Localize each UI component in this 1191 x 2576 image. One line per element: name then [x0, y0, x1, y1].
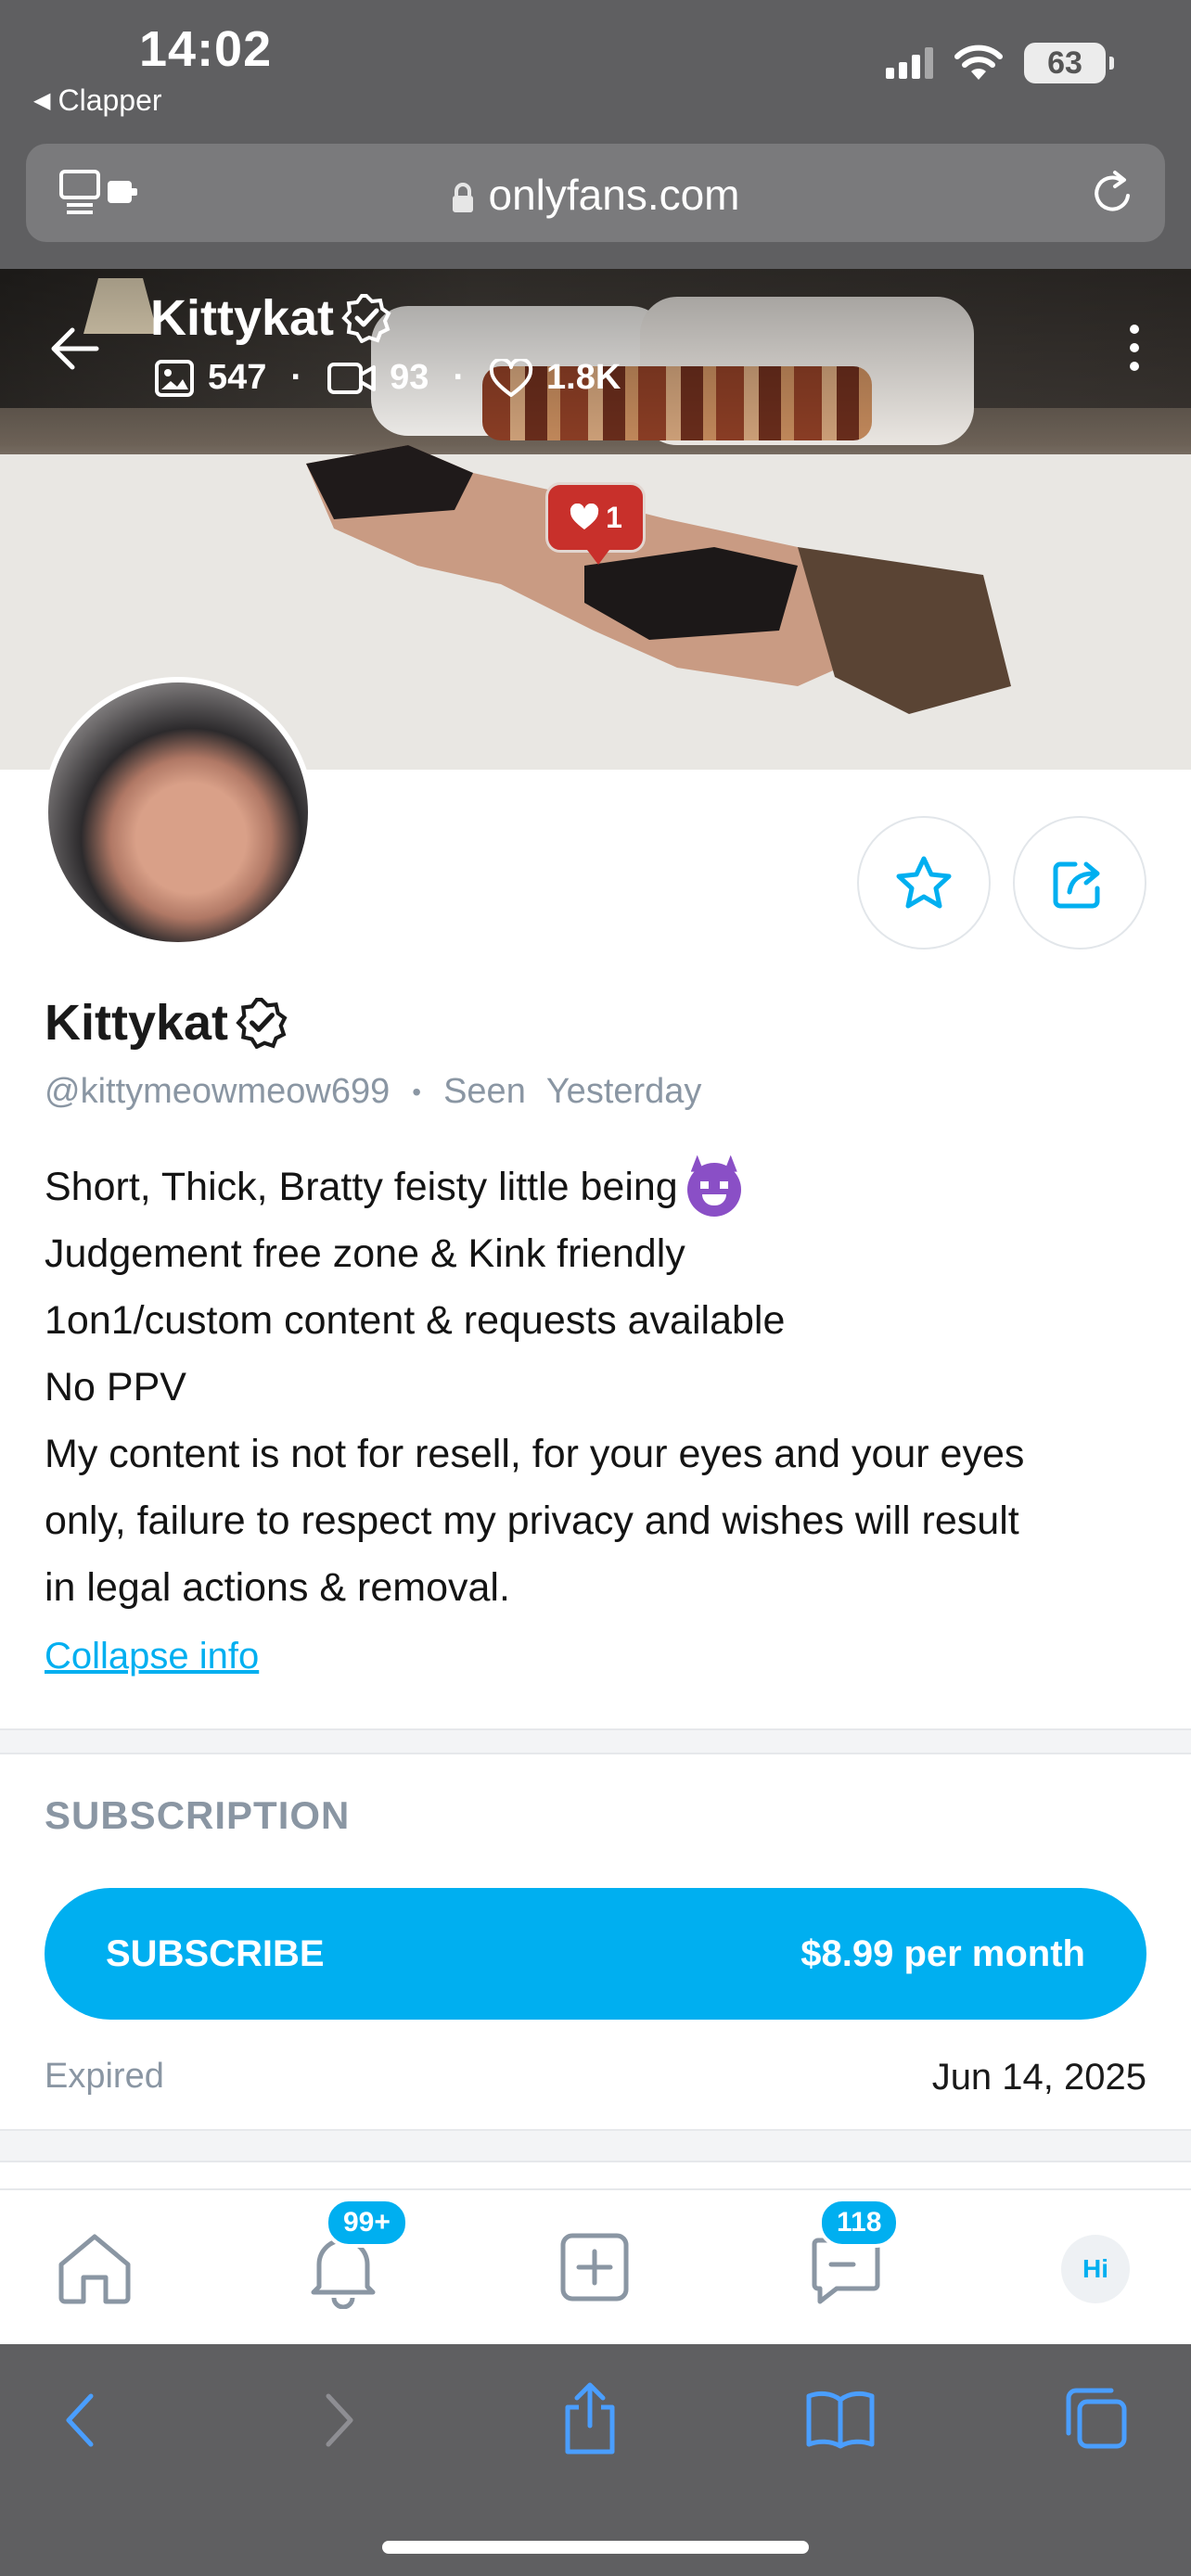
meta-separator: •: [412, 1077, 422, 1106]
photos-count: 547: [208, 358, 267, 397]
video-icon: [327, 362, 377, 394]
subscribe-button[interactable]: SUBSCRIBE $8.99 per month: [45, 1888, 1146, 2020]
forward-icon[interactable]: [321, 2391, 358, 2450]
subscription-heading: SUBSCRIPTION: [45, 1793, 351, 1837]
url-text: onlyfans.com: [488, 171, 740, 219]
share-button[interactable]: [1013, 816, 1146, 950]
favorite-button[interactable]: [857, 816, 991, 950]
battery-indicator: 63: [1024, 43, 1114, 83]
share-sheet-icon[interactable]: [560, 2379, 620, 2457]
url-bar[interactable]: onlyfans.com: [26, 144, 1165, 242]
cover-stats: 547 · 93 · 1.8K: [154, 358, 621, 398]
cover-name-text: Kittykat: [150, 290, 335, 346]
tabs-icon[interactable]: [1063, 2385, 1130, 2452]
back-to-app-link[interactable]: ◀ Clapper: [33, 83, 162, 118]
wifi-icon: [954, 45, 1003, 80]
nav-notifications[interactable]: 99+: [306, 2198, 409, 2314]
bio-line: in legal actions & removal.: [45, 1565, 510, 1610]
last-seen-value: Yesterday: [545, 1072, 702, 1111]
like-badge-count: 1: [606, 500, 622, 534]
messages-badge: 118: [818, 2198, 901, 2248]
user-avatar: Hi: [1061, 2235, 1130, 2303]
like-notification-badge: 1: [545, 482, 646, 565]
bookmarks-icon[interactable]: [805, 2387, 876, 2452]
nav-home[interactable]: [56, 2231, 134, 2310]
home-indicator[interactable]: [382, 2541, 809, 2554]
nav-new-post[interactable]: [558, 2231, 631, 2308]
bio-line: only, failure to respect my privacy and …: [45, 1498, 1019, 1543]
notifications-badge: 99+: [325, 2198, 409, 2248]
reload-icon[interactable]: [1089, 168, 1137, 218]
add-post-icon: [560, 2233, 629, 2302]
lock-icon: [453, 182, 474, 212]
profile-name-text: Kittykat: [45, 995, 229, 1051]
videos-count: 93: [390, 358, 429, 397]
home-icon: [58, 2234, 131, 2304]
star-icon: [896, 856, 952, 909]
profile-meta: @kittymeowmeow699 • Seen Yesterday: [45, 1072, 701, 1112]
stat-separator: ·: [453, 358, 465, 397]
back-icon[interactable]: [61, 2391, 98, 2450]
verified-badge-icon: [341, 294, 391, 343]
verified-badge-icon: [236, 998, 288, 1049]
safari-bottom-toolbar: [0, 2344, 1191, 2576]
profile-handle: @kittymeowmeow699: [45, 1072, 391, 1111]
cover-name: Kittykat: [150, 289, 391, 347]
stat-separator: ·: [290, 358, 303, 397]
bio-line: Short, Thick, Bratty feisty little being: [45, 1154, 1158, 1220]
bio-line: 1on1/custom content & requests available: [45, 1298, 786, 1343]
subscription-status-date: Jun 14, 2025: [931, 2057, 1146, 2098]
nav-profile[interactable]: Hi: [1061, 2235, 1130, 2303]
last-seen-label: Seen: [443, 1072, 526, 1111]
url-display[interactable]: onlyfans.com: [26, 170, 1165, 220]
back-triangle-icon: ◀: [33, 88, 51, 113]
section-divider: [0, 2129, 1191, 2162]
likes-count: 1.8K: [546, 358, 621, 397]
subscription-status-label: Expired: [45, 2057, 164, 2096]
safari-top-bar: 14:02 ◀ Clapper 63 onlyfans.com: [0, 0, 1191, 269]
nav-messages[interactable]: 118: [809, 2198, 901, 2314]
collapse-info-link[interactable]: Collapse info: [45, 1636, 259, 1677]
subscribe-label: SUBSCRIBE: [106, 1932, 325, 1974]
share-icon: [1053, 861, 1100, 909]
photo-icon: [155, 359, 194, 397]
back-arrow-icon[interactable]: [48, 325, 100, 373]
bio-line: No PPV: [45, 1365, 186, 1409]
bio-line: My content is not for resell, for your e…: [45, 1432, 1025, 1476]
section-divider: [0, 1728, 1191, 1754]
heart-filled-icon: [570, 504, 599, 529]
back-app-label: Clapper: [58, 83, 162, 117]
bio-line: Judgement free zone & Kink friendly: [45, 1231, 685, 1276]
smiling-devil-emoji-icon: [686, 1162, 741, 1217]
status-icons: 63: [886, 43, 1114, 83]
status-time: 14:02: [139, 21, 273, 77]
app-bottom-nav: 99+ 118 Hi: [0, 2188, 1191, 2344]
profile-bio: Short, Thick, Bratty feisty little being…: [45, 1154, 1158, 1621]
profile-avatar[interactable]: [43, 677, 314, 948]
more-options-icon[interactable]: [1130, 325, 1139, 371]
heart-icon: [489, 358, 533, 397]
subscription-price: $8.99 per month: [800, 1932, 1085, 1974]
profile-name: Kittykat: [45, 994, 288, 1052]
cellular-signal-icon: [886, 47, 933, 79]
cover-figure: [306, 445, 1011, 714]
